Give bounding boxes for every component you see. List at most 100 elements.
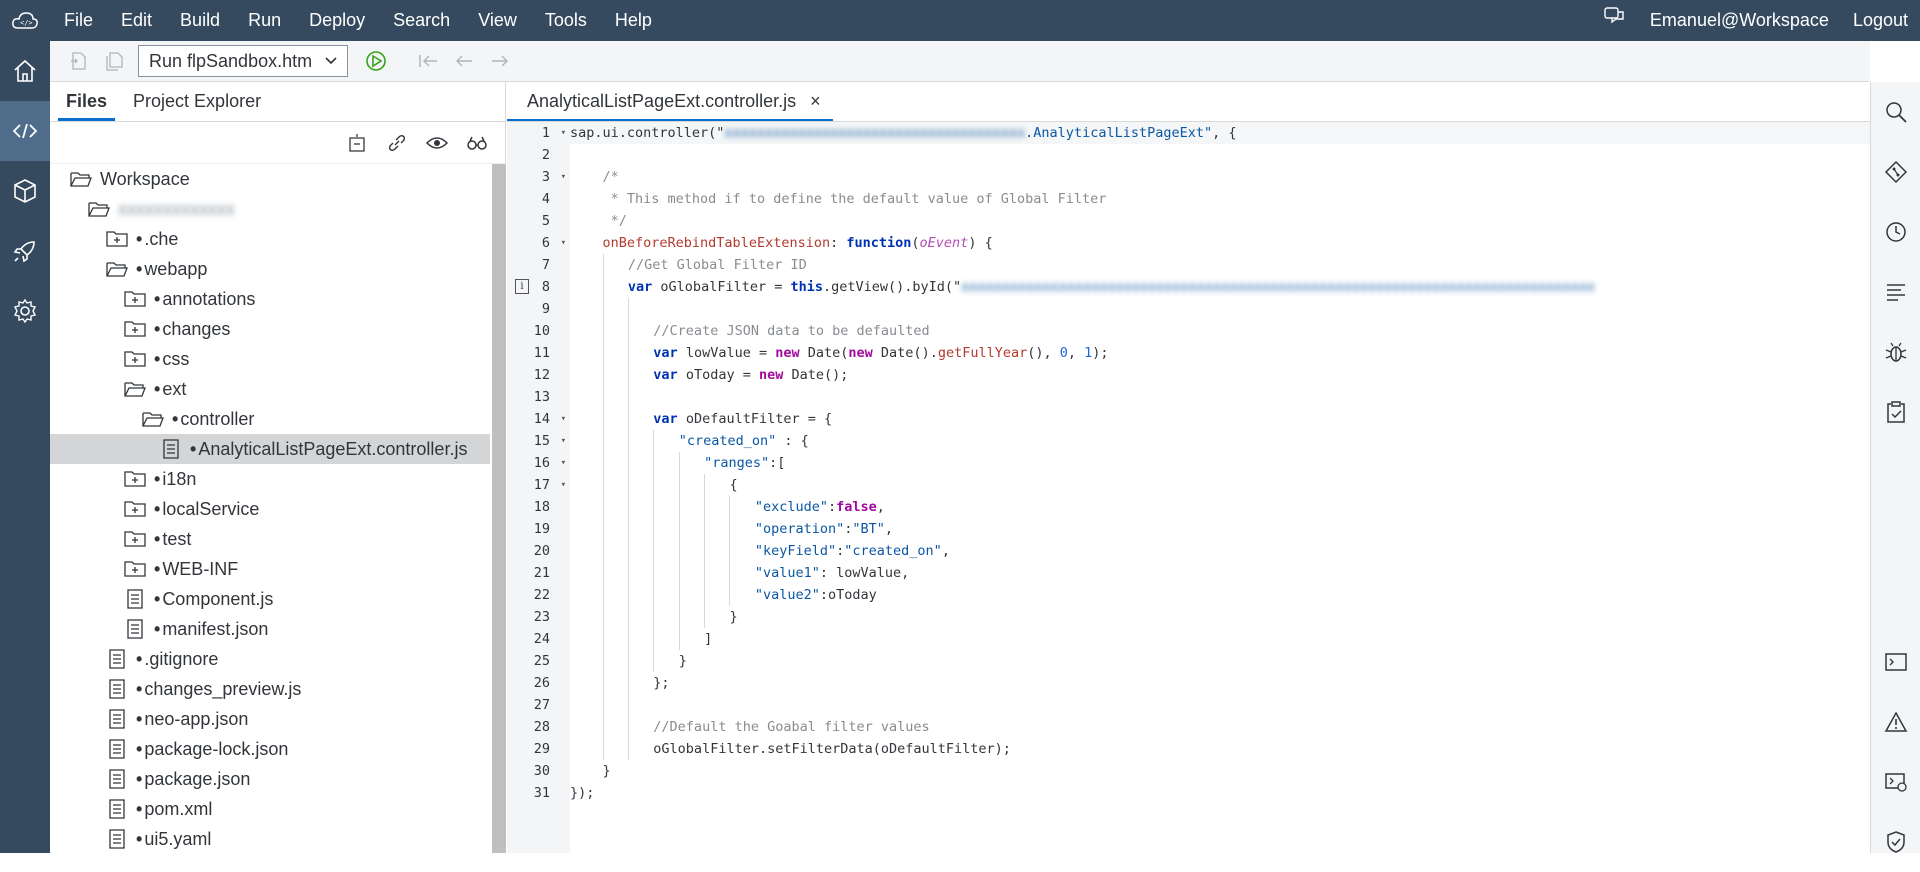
tree-item[interactable]: xxxxxxxxxxxxx [50, 194, 490, 224]
navigate-back-icon[interactable] [446, 46, 482, 76]
fold-toggle-icon[interactable]: ▾ [561, 166, 566, 188]
fold-toggle-icon[interactable]: ▾ [561, 430, 566, 452]
menu-run[interactable]: Run [234, 0, 295, 41]
code-line-7: //Get Global Filter ID [570, 254, 1870, 276]
feedback-icon[interactable] [1592, 0, 1638, 41]
tree-item[interactable]: • ext [50, 374, 490, 404]
menu-tools[interactable]: Tools [531, 0, 601, 41]
files-panel: Files Project Explorer Workspace xxxxxxxx… [50, 82, 506, 853]
fold-toggle-icon[interactable]: ▾ [561, 474, 566, 496]
navigate-forward-icon[interactable] [482, 46, 518, 76]
code-area[interactable]: sap.ui.controller("xxxxxxxxxxxxxxxxxxxxx… [570, 122, 1870, 853]
tree-item[interactable]: Workspace [50, 164, 490, 194]
tree-item[interactable]: • .che [50, 224, 490, 254]
tree-item[interactable]: • webapp [50, 254, 490, 284]
fold-toggle-icon[interactable]: ▾ [561, 408, 566, 430]
modified-dot: • [190, 438, 197, 459]
navigate-last-edit-icon[interactable] [410, 46, 446, 76]
user-name[interactable]: Emanuel@Workspace [1638, 0, 1841, 41]
menu-file[interactable]: File [50, 0, 107, 41]
run-configuration-label: Run flpSandbox.htm [149, 50, 313, 71]
gutter-line: 30 [507, 760, 570, 782]
tree-item[interactable]: • Component.js [50, 584, 490, 614]
code-line-14: var oDefaultFilter = { [570, 408, 1870, 430]
menu-help[interactable]: Help [601, 0, 666, 41]
tree-item-label: neo-app.json [144, 708, 249, 729]
deploy-rocket-icon[interactable] [0, 221, 50, 281]
folder-plus-icon [122, 498, 148, 520]
line-number: 18 [533, 499, 550, 515]
console-terminal-icon[interactable] [1871, 632, 1920, 692]
line-number: 19 [533, 521, 550, 537]
services-cube-icon[interactable] [0, 161, 50, 221]
tree-item[interactable]: • changes_preview.js [50, 674, 490, 704]
tree-item[interactable]: • localService [50, 494, 490, 524]
home-icon[interactable] [0, 41, 50, 101]
tree-item[interactable]: • changes [50, 314, 490, 344]
modified-dot: • [136, 828, 143, 849]
menu-deploy[interactable]: Deploy [295, 0, 379, 41]
info-marker-icon[interactable]: i [515, 279, 529, 294]
gutter-line: 12 [507, 364, 570, 386]
tree-item[interactable]: • annotations [50, 284, 490, 314]
debugger-bug-icon[interactable] [1871, 322, 1920, 382]
line-number: 12 [533, 367, 550, 383]
collapse-all-icon[interactable] [337, 128, 377, 158]
tree-item[interactable]: • .gitignore [50, 644, 490, 674]
tree-item[interactable]: • i18n [50, 464, 490, 494]
folder-open-icon [140, 408, 166, 430]
line-number: 22 [533, 587, 550, 603]
search-binoculars-icon[interactable] [457, 128, 497, 158]
menu-bar: </> File Edit Build Run Deploy Search Vi… [0, 0, 1920, 41]
tab-files[interactable]: Files [58, 91, 116, 121]
tree-item[interactable]: • pom.xml [50, 794, 490, 824]
menu-search[interactable]: Search [379, 0, 464, 41]
fold-toggle-icon[interactable]: ▾ [561, 232, 566, 254]
code-line-13 [570, 386, 1870, 408]
close-tab-icon[interactable]: × [810, 91, 821, 112]
tree-item[interactable]: • WEB-INF [50, 554, 490, 584]
tree-item[interactable]: • ui5.yaml [50, 824, 490, 853]
tree-item-label: changes_preview.js [144, 678, 302, 699]
tab-project-explorer[interactable]: Project Explorer [125, 91, 269, 121]
menu-build[interactable]: Build [166, 0, 234, 41]
clipboard-check-icon[interactable] [1871, 382, 1920, 442]
tree-item[interactable]: • test [50, 524, 490, 554]
tree-item[interactable]: • controller [50, 404, 490, 434]
tree-item[interactable]: • css [50, 344, 490, 374]
gutter-line: 19 [507, 518, 570, 540]
menu-edit[interactable]: Edit [107, 0, 166, 41]
outline-icon[interactable] [1871, 262, 1920, 322]
save-icon[interactable] [60, 46, 96, 76]
settings-gear-icon[interactable] [0, 281, 50, 341]
save-all-icon[interactable] [96, 46, 132, 76]
security-shield-icon[interactable] [1871, 812, 1920, 872]
problems-warning-icon[interactable] [1871, 692, 1920, 752]
run-console-icon[interactable] [1871, 752, 1920, 812]
file-tree-scrollbar[interactable] [492, 164, 506, 853]
fold-toggle-icon[interactable]: ▾ [561, 122, 566, 144]
tree-item[interactable]: • AnalyticalListPageExt.controller.js [50, 434, 490, 464]
editor-tab-active[interactable]: AnalyticalListPageExt.controller.js × [507, 83, 833, 121]
fold-toggle-icon[interactable]: ▾ [561, 452, 566, 474]
logout-link[interactable]: Logout [1841, 0, 1920, 41]
tree-item-label: WEB-INF [162, 558, 239, 579]
link-with-editor-icon[interactable] [377, 128, 417, 158]
cloud-ide-logo-icon[interactable]: </> [0, 0, 50, 41]
tree-item[interactable]: • manifest.json [50, 614, 490, 644]
search-icon[interactable] [1871, 82, 1920, 142]
line-number: 1 [541, 125, 550, 141]
tree-item[interactable]: • package.json [50, 764, 490, 794]
code-line-21: "value1": lowValue, [570, 562, 1870, 584]
line-number: 11 [533, 345, 550, 361]
tree-item[interactable]: • package-lock.json [50, 734, 490, 764]
tree-item[interactable]: • neo-app.json [50, 704, 490, 734]
show-hidden-files-icon[interactable] [417, 128, 457, 158]
folder-open-icon [86, 198, 112, 220]
run-play-icon[interactable] [358, 46, 394, 76]
history-clock-icon[interactable] [1871, 202, 1920, 262]
run-configuration-select[interactable]: Run flpSandbox.htm [138, 45, 348, 77]
menu-view[interactable]: View [464, 0, 531, 41]
git-pane-icon[interactable] [1871, 142, 1920, 202]
code-editor-icon[interactable] [0, 101, 50, 161]
